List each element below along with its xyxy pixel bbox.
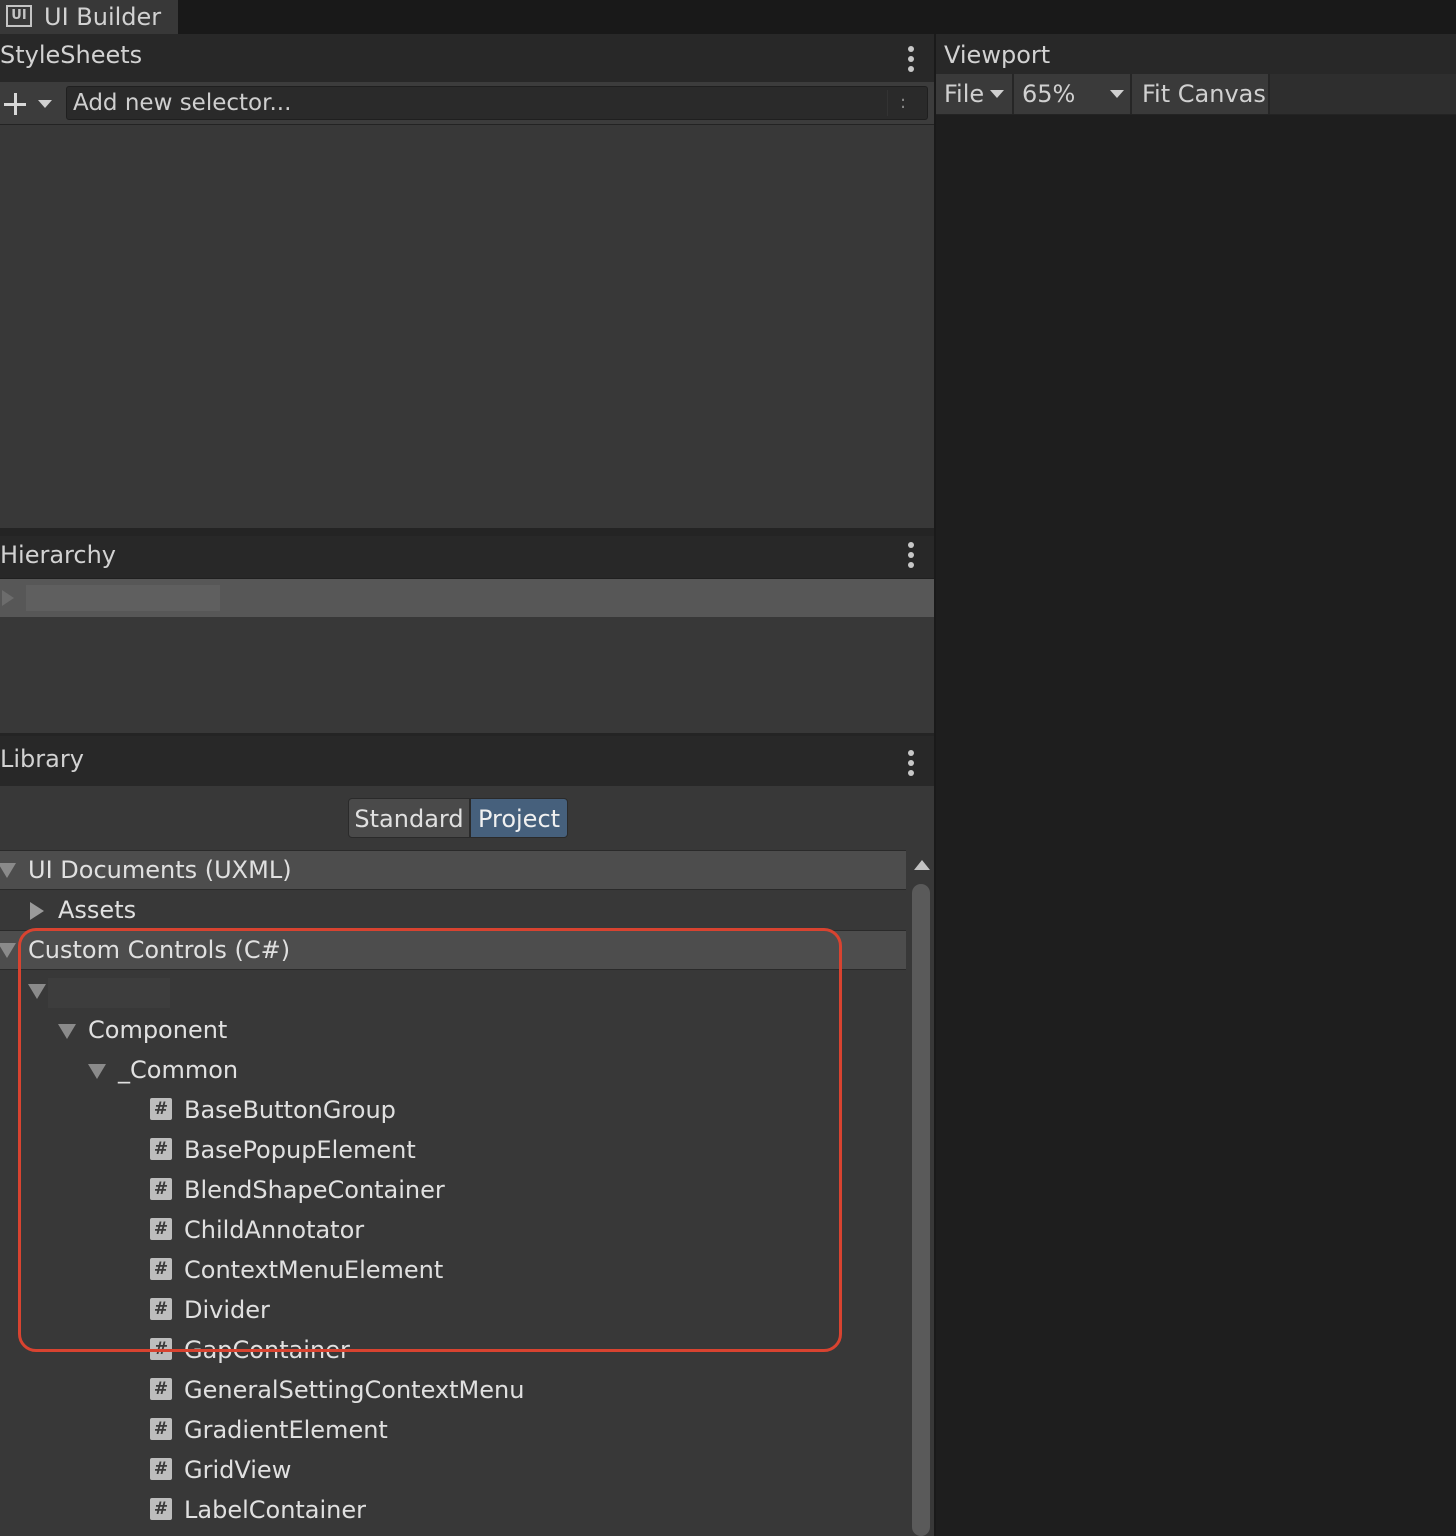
- zoom-value: 65%: [1022, 80, 1076, 108]
- tab-project[interactable]: Project: [470, 798, 568, 838]
- library-title: Library: [0, 745, 84, 773]
- csharp-hash-icon: #: [150, 1258, 172, 1280]
- viewport-panel: Viewport File 65% Fit Canvas: [934, 34, 1456, 1536]
- library-item-label: GridView: [184, 1456, 292, 1484]
- library-item-label: Divider: [184, 1296, 270, 1324]
- collapse-arrow-icon[interactable]: [58, 1024, 76, 1039]
- category-label: Custom Controls (C#): [28, 936, 291, 964]
- tree-item-label: Component: [88, 1016, 228, 1044]
- stylesheets-header: StyleSheets: [0, 34, 934, 82]
- chevron-down-icon: [38, 100, 52, 108]
- library-item-label: BlendShapeContainer: [184, 1176, 445, 1204]
- library-more-icon[interactable]: [907, 750, 915, 780]
- library-item-label: GapContainer: [184, 1336, 350, 1364]
- stylesheets-content: [0, 125, 934, 528]
- tab-standard[interactable]: Standard: [348, 798, 470, 838]
- add-stylesheet-button[interactable]: [0, 86, 58, 120]
- library-item[interactable]: # ChildAnnotator: [0, 1210, 906, 1250]
- tree-item-namespace[interactable]: [0, 970, 906, 1010]
- tree-item-component[interactable]: Component: [0, 1010, 906, 1050]
- csharp-hash-icon: #: [150, 1218, 172, 1240]
- scroll-up-arrow-icon[interactable]: [914, 860, 930, 870]
- panel-splitter[interactable]: [0, 528, 934, 536]
- viewport-canvas-area[interactable]: [936, 115, 1456, 1536]
- hierarchy-more-icon[interactable]: [907, 542, 915, 572]
- csharp-hash-icon: #: [150, 1338, 172, 1360]
- collapse-arrow-icon[interactable]: [28, 984, 46, 999]
- library-tab-toggle: Standard Project: [348, 798, 570, 838]
- csharp-hash-icon: #: [150, 1418, 172, 1440]
- collapse-arrow-icon[interactable]: [0, 863, 16, 878]
- csharp-hash-icon: #: [150, 1458, 172, 1480]
- chevron-down-icon: [990, 90, 1004, 98]
- library-item[interactable]: # Divider: [0, 1290, 906, 1330]
- library-item-label: BaseButtonGroup: [184, 1096, 396, 1124]
- redacted-document-name: [26, 585, 220, 611]
- library-header: Library: [0, 736, 934, 786]
- ui-builder-icon: UI: [6, 5, 32, 27]
- expand-arrow-icon[interactable]: [30, 902, 44, 920]
- stylesheets-title: StyleSheets: [0, 41, 143, 69]
- collapse-arrow-icon[interactable]: [88, 1064, 106, 1079]
- csharp-hash-icon: #: [150, 1138, 172, 1160]
- library-item-label: GeneralSettingContextMenu: [184, 1376, 525, 1404]
- hierarchy-content: [0, 617, 934, 733]
- field-options-icon[interactable]: :: [887, 90, 918, 116]
- window-tab-strip: UI UI Builder: [0, 0, 1456, 34]
- library-item[interactable]: # GradientElement: [0, 1410, 906, 1450]
- csharp-hash-icon: #: [150, 1098, 172, 1120]
- add-selector-field[interactable]: :: [66, 86, 928, 120]
- file-menu-label: File: [944, 80, 985, 108]
- category-ui-documents[interactable]: UI Documents (UXML): [0, 850, 906, 890]
- library-item[interactable]: # BasePopupElement: [0, 1130, 906, 1170]
- collapse-arrow-icon[interactable]: [0, 943, 16, 958]
- library-scrollbar[interactable]: [908, 850, 934, 1536]
- ui-builder-window-tab[interactable]: UI UI Builder: [0, 0, 178, 34]
- csharp-hash-icon: #: [150, 1378, 172, 1400]
- viewport-header: Viewport: [936, 34, 1456, 74]
- tree-item-label: _Common: [118, 1056, 239, 1084]
- hierarchy-header: Hierarchy: [0, 536, 934, 578]
- library-item-label: GradientElement: [184, 1416, 388, 1444]
- library-item-label: BasePopupElement: [184, 1136, 416, 1164]
- tree-item-common[interactable]: _Common: [0, 1050, 906, 1090]
- library-item[interactable]: # GeneralSettingContextMenu: [0, 1370, 906, 1410]
- library-item[interactable]: # LabelContainer: [0, 1490, 906, 1530]
- library-item-label: LabelContainer: [184, 1496, 367, 1524]
- fit-canvas-label: Fit Canvas: [1142, 80, 1266, 108]
- tree-item-label: Assets: [58, 896, 137, 924]
- stylesheets-toolbar: :: [0, 82, 934, 125]
- library-item-label: ChildAnnotator: [184, 1216, 365, 1244]
- file-menu-button[interactable]: File: [936, 74, 1014, 114]
- category-label: UI Documents (UXML): [28, 856, 292, 884]
- viewport-toolbar: File 65% Fit Canvas: [936, 74, 1456, 115]
- chevron-down-icon: [1110, 90, 1124, 98]
- tree-item-assets[interactable]: Assets: [0, 890, 906, 930]
- fit-canvas-button[interactable]: Fit Canvas: [1132, 74, 1270, 114]
- scrollbar-thumb[interactable]: [912, 884, 930, 1536]
- stylesheets-more-icon[interactable]: [907, 46, 915, 76]
- library-item[interactable]: # BaseButtonGroup: [0, 1090, 906, 1130]
- viewport-title: Viewport: [944, 41, 1051, 69]
- window-tab-title: UI Builder: [44, 3, 162, 31]
- library-item[interactable]: # BlendShapeContainer: [0, 1170, 906, 1210]
- library-item-label: ContextMenuElement: [184, 1256, 444, 1284]
- csharp-hash-icon: #: [150, 1298, 172, 1320]
- zoom-dropdown[interactable]: 65%: [1014, 74, 1132, 114]
- library-item[interactable]: # GapContainer: [0, 1330, 906, 1370]
- left-pane: StyleSheets : Hierarchy Library: [0, 34, 934, 1536]
- add-selector-input[interactable]: [73, 87, 873, 119]
- hierarchy-root-row[interactable]: [0, 578, 934, 618]
- library-item[interactable]: # ContextMenuElement: [0, 1250, 906, 1290]
- csharp-hash-icon: #: [150, 1178, 172, 1200]
- library-item[interactable]: # GridView: [0, 1450, 906, 1490]
- expand-arrow-icon[interactable]: [2, 590, 14, 606]
- category-custom-controls[interactable]: Custom Controls (C#): [0, 930, 906, 970]
- csharp-hash-icon: #: [150, 1498, 172, 1520]
- hierarchy-title: Hierarchy: [0, 541, 117, 569]
- redacted-namespace: [48, 978, 170, 1008]
